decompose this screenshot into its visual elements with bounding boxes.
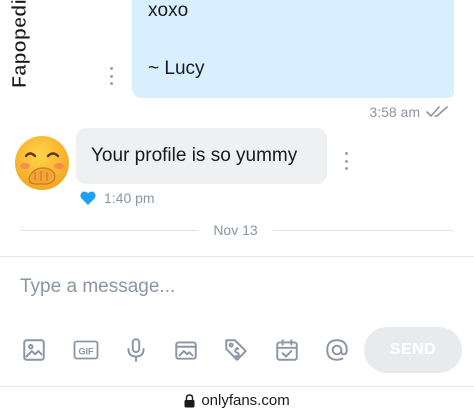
send-button[interactable]: SEND xyxy=(364,327,462,373)
calendar-icon[interactable] xyxy=(273,336,301,364)
sent-message-line-2: ~ Lucy xyxy=(148,58,205,79)
received-message-meta: 1:40 pm xyxy=(80,190,155,206)
svg-text:Fapopedia: Fapopedia xyxy=(9,0,31,88)
date-separator-line-left xyxy=(20,230,198,231)
message-input[interactable] xyxy=(0,262,474,312)
received-message-options-icon[interactable] xyxy=(343,152,349,170)
microphone-icon[interactable] xyxy=(122,336,150,364)
sent-message-options-icon[interactable] xyxy=(108,67,114,85)
browser-url-bar[interactable]: onlyfans.com xyxy=(0,386,474,414)
lock-icon xyxy=(184,393,195,407)
gif-label: GIF xyxy=(79,347,95,357)
blushing-face-emoji-avatar[interactable] xyxy=(13,134,71,192)
received-message-time: 1:40 pm xyxy=(104,190,155,206)
received-message-text: Your profile is so yummy xyxy=(91,145,298,166)
composer-divider xyxy=(0,256,474,257)
date-separator: Nov 13 xyxy=(0,220,474,240)
image-icon[interactable] xyxy=(20,336,48,364)
sent-message-meta: 3:58 am xyxy=(369,104,450,120)
received-message-bubble: Your profile is so yummy xyxy=(76,128,327,184)
gif-icon[interactable]: GIF xyxy=(72,336,100,364)
watermark-logo: Fapopedia xyxy=(4,0,34,90)
date-separator-label: Nov 13 xyxy=(213,222,258,238)
date-separator-line-right xyxy=(273,230,453,231)
sent-message-bubble: xoxo ~ Lucy xyxy=(132,0,454,98)
heart-icon[interactable] xyxy=(80,191,96,206)
at-sign-icon[interactable] xyxy=(323,336,351,364)
vault-icon[interactable] xyxy=(172,336,200,364)
double-check-icon xyxy=(426,106,448,117)
url-text: onlyfans.com xyxy=(201,392,290,409)
sent-message-line-1: xoxo xyxy=(148,0,189,21)
sent-message-time: 3:58 am xyxy=(369,104,420,120)
price-tag-icon[interactable] xyxy=(222,336,250,364)
